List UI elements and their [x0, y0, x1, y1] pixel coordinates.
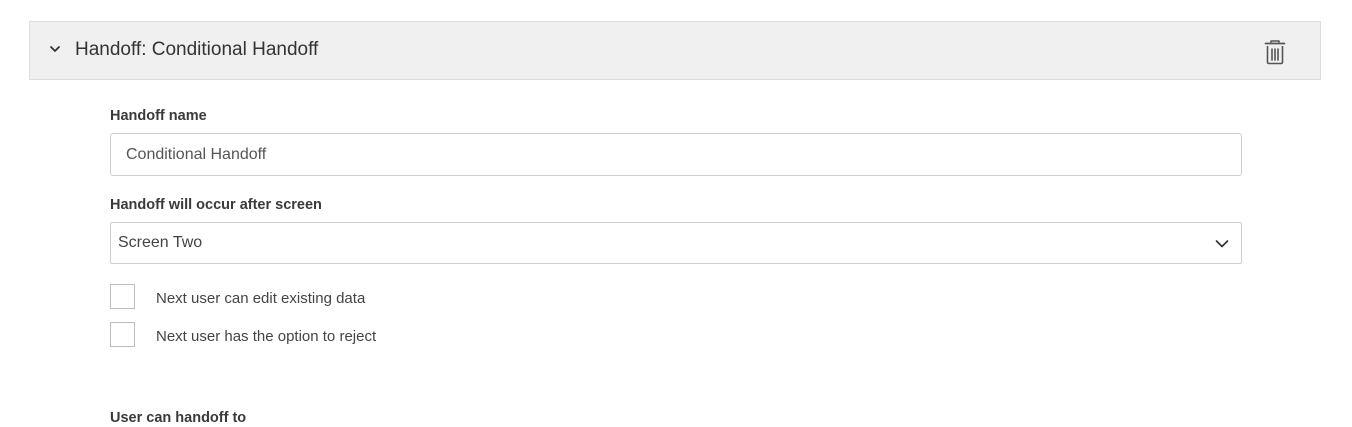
chevron-down-icon [1215, 240, 1229, 248]
chevron-down-icon[interactable] [48, 42, 62, 56]
handoff-name-label: Handoff name [110, 108, 207, 124]
handoff-to-label: User can handoff to [110, 410, 247, 426]
edit-existing-data-label: Next user can edit existing data [156, 290, 366, 307]
handoff-screen-label: Handoff will occur after screen [110, 197, 322, 213]
option-to-reject-checkbox[interactable] [110, 322, 135, 347]
edit-existing-data-checkbox[interactable] [110, 284, 135, 309]
option-to-reject-label: Next user has the option to reject [156, 328, 377, 345]
handoff-screen-selected-value: Screen Two [118, 234, 203, 251]
handoff-screen-select[interactable]: Screen Two [110, 222, 1242, 264]
handoff-panel-header: Handoff: Conditional Handoff [29, 21, 1321, 80]
handoff-name-input[interactable] [110, 133, 1242, 176]
panel-title: Handoff: Conditional Handoff [75, 39, 319, 60]
trash-icon[interactable] [1263, 39, 1287, 65]
